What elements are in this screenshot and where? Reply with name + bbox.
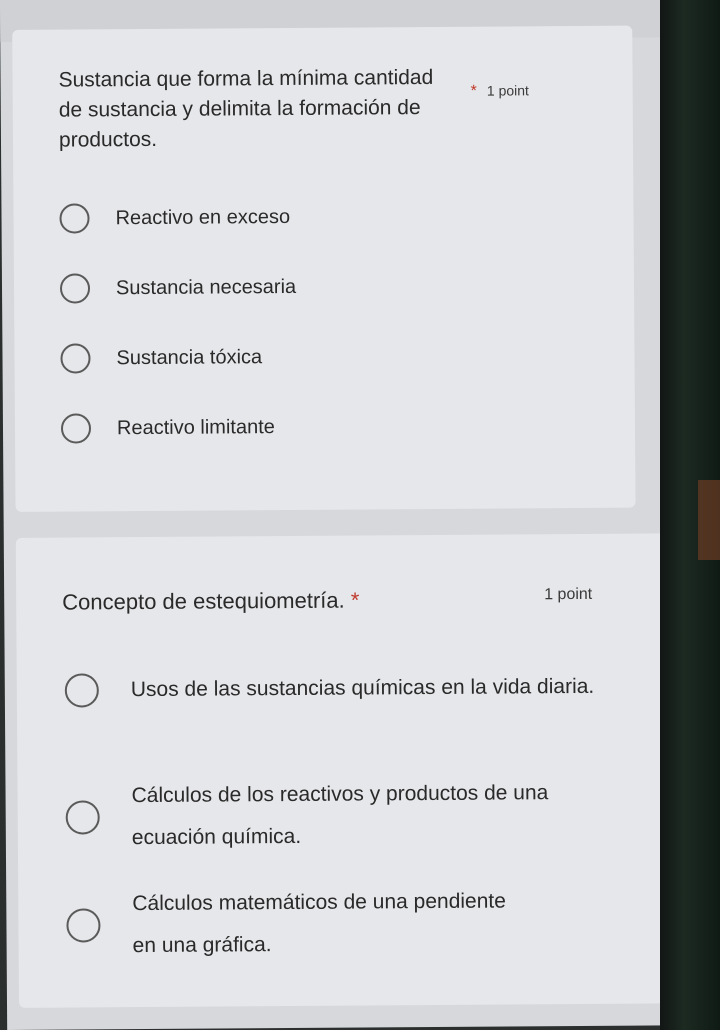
required-star: * (470, 82, 477, 100)
question-1-title: Sustancia que forma la mínima cantidad d… (58, 65, 434, 152)
option-sustancia-toxica[interactable]: Sustancia tóxica (60, 342, 263, 374)
question-card-1: Sustancia que forma la mínima cantidad d… (12, 25, 636, 512)
screen: Sustancia que forma la mínima cantidad d… (0, 0, 698, 1030)
radio-button[interactable] (66, 908, 101, 943)
radio-button[interactable] (64, 673, 99, 708)
device-edge (660, 0, 720, 1030)
option-calculos-reactivos[interactable]: Cálculos de los reactivos y productos de… (65, 772, 626, 860)
option-usos-sustancias[interactable]: Usos de las sustancias químicas en la vi… (64, 666, 625, 712)
option-reactivo-limitante[interactable]: Reactivo limitante (60, 412, 275, 444)
question-1-points: * 1 point (471, 82, 529, 100)
radio-button[interactable] (59, 203, 90, 234)
option-calculos-matematicos[interactable]: Cálculos matemáticos de una pendiente en… (66, 880, 627, 968)
option-label: Reactivo limitante (116, 416, 275, 440)
option-label: Reactivo en exceso (115, 205, 291, 230)
radio-button[interactable] (60, 413, 92, 444)
option-label: Sustancia necesaria (115, 275, 297, 300)
question-2-title: Concepto de estequiometría. * (62, 585, 492, 618)
question-card-2: Concepto de estequiometría. * 1 point Us… (15, 533, 684, 1008)
edge-glow (698, 480, 720, 560)
option-label: Usos de las sustancias químicas en la vi… (130, 674, 595, 702)
option-label: Cálculos de los reactivos y productos de… (131, 781, 549, 850)
radio-button[interactable] (60, 343, 91, 374)
radio-button[interactable] (59, 273, 91, 304)
option-label: Sustancia tóxica (116, 346, 263, 370)
points-label: 1 point (486, 82, 529, 99)
radio-button[interactable] (65, 800, 100, 835)
option-label: Cálculos matemáticos de una pendiente en… (132, 889, 506, 958)
question-2-points: 1 point (544, 585, 593, 604)
question-2-title-text: Concepto de estequiometría. (62, 587, 345, 615)
option-sustancia-necesaria[interactable]: Sustancia necesaria (59, 272, 297, 304)
option-reactivo-en-exceso[interactable]: Reactivo en exceso (59, 202, 290, 234)
required-star: * (350, 587, 360, 613)
